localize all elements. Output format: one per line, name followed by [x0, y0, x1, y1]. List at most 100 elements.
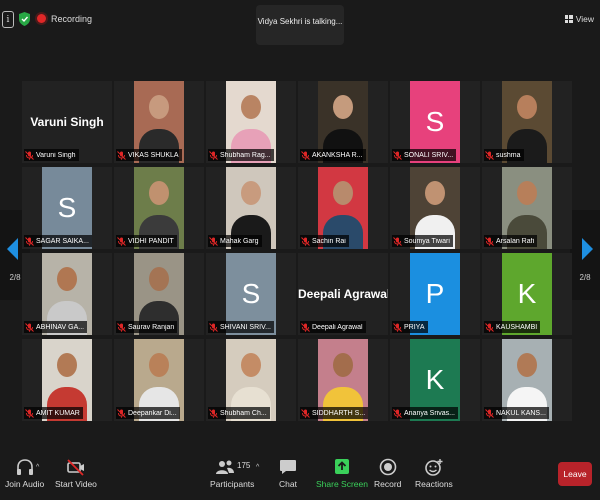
participant-tile[interactable]: Varuni Singh Varuni Singh: [22, 81, 112, 163]
shield-icon[interactable]: [19, 12, 30, 26]
start-video-button[interactable]: Start Video: [55, 458, 97, 489]
participant-name-label: SHIVANI SRIV...: [220, 323, 271, 331]
participant-nameplate: Saurav Ranjan: [116, 321, 178, 333]
grid-view-icon: [564, 15, 573, 23]
participant-nameplate: Deepankar Di...: [116, 407, 180, 419]
participant-name-label: PRIYA: [404, 323, 425, 331]
participant-name-label: Saurav Ranjan: [128, 323, 175, 331]
participant-name-label: AMIT KUMAR: [36, 409, 80, 417]
participant-nameplate: VIDHI PANDIT: [116, 235, 177, 247]
mic-muted-icon: [393, 150, 402, 160]
participant-tile[interactable]: S SHIVANI SRIV...: [206, 253, 296, 335]
participant-name-label: AKANKSHA R...: [312, 151, 363, 159]
reactions-button[interactable]: Reactions: [415, 458, 453, 489]
mic-muted-icon: [485, 408, 494, 418]
next-page-button[interactable]: 2/8: [570, 210, 600, 300]
participant-nameplate: SONALI SRIV...: [392, 149, 457, 161]
participant-tile[interactable]: Arsalan Rafi: [482, 167, 572, 249]
mic-muted-icon: [25, 322, 34, 332]
meeting-info-icon[interactable]: i: [2, 11, 14, 28]
participant-display-name: Deepali Agrawal: [298, 287, 388, 301]
participant-tile[interactable]: S SAGAR SAIKA...: [22, 167, 112, 249]
reactions-label: Reactions: [415, 479, 453, 489]
share-screen-button[interactable]: Share Screen: [316, 458, 368, 489]
mic-muted-icon: [25, 150, 34, 160]
participant-name-label: Mahak Garg: [220, 237, 259, 245]
mic-muted-icon: [301, 150, 310, 160]
participant-tile[interactable]: Mahak Garg: [206, 167, 296, 249]
leave-button[interactable]: Leave: [558, 462, 592, 486]
mic-muted-icon: [393, 408, 402, 418]
participant-nameplate: SAGAR SAIKA...: [24, 235, 92, 247]
participant-name-label: Shubham Ch...: [220, 409, 267, 417]
chat-label: Chat: [279, 479, 297, 489]
top-bar: i Recording Vidya Sekhri is talking... V…: [0, 0, 600, 45]
video-off-icon: [67, 459, 84, 476]
mic-muted-icon: [393, 236, 402, 246]
mic-muted-icon: [485, 150, 494, 160]
participant-name-label: KAUSHAMBI: [496, 323, 538, 331]
participant-tile[interactable]: AKANKSHA R...: [298, 81, 388, 163]
record-icon: [379, 458, 397, 476]
participant-name-label: Arsalan Rafi: [496, 237, 535, 245]
participant-nameplate: PRIYA: [392, 321, 428, 333]
participant-tile[interactable]: AMIT KUMAR: [22, 339, 112, 421]
participant-tile[interactable]: Deepali Agrawal Deepali Agrawal: [298, 253, 388, 335]
participant-tile[interactable]: SIDDHARTH S...: [298, 339, 388, 421]
participant-nameplate: Deepali Agrawal: [300, 321, 366, 333]
participant-tile[interactable]: ABHINAV GA...: [22, 253, 112, 335]
participant-nameplate: NAKUL KANS...: [484, 407, 549, 419]
reactions-icon: [425, 459, 443, 476]
participant-name-label: Ananya Srivas...: [404, 409, 455, 417]
mic-muted-icon: [301, 322, 310, 332]
participant-gallery: Varuni Singh Varuni Singh VIKAS SHUKLA Shub…: [22, 81, 572, 421]
participants-options-chevron-icon[interactable]: ^: [256, 464, 259, 471]
view-button[interactable]: View: [564, 14, 594, 24]
zoom-meeting-window: i Recording Vidya Sekhri is talking... V…: [0, 0, 600, 500]
share-screen-icon: [334, 459, 349, 474]
recording-icon: [37, 14, 46, 23]
participant-name-label: sushma: [496, 151, 521, 159]
join-audio-button[interactable]: Join Audio: [5, 458, 44, 489]
participant-tile[interactable]: Soumya Tiwari: [390, 167, 480, 249]
participant-tile[interactable]: VIDHI PANDIT: [114, 167, 204, 249]
participant-nameplate: AMIT KUMAR: [24, 407, 83, 419]
audio-options-chevron-icon[interactable]: ^: [36, 464, 39, 471]
start-video-label: Start Video: [55, 479, 97, 489]
participant-name-label: Sachin Rai: [312, 237, 346, 245]
view-label: View: [575, 14, 594, 24]
participant-name-label: Shubham Rag...: [220, 151, 271, 159]
participant-tile[interactable]: Saurav Ranjan: [114, 253, 204, 335]
record-button[interactable]: Record: [374, 458, 401, 489]
page-indicator-right: 2/8: [579, 273, 591, 282]
participant-name-label: SIDDHARTH S...: [312, 409, 366, 417]
participant-nameplate: VIKAS SHUKLA: [116, 149, 182, 161]
participant-tile[interactable]: Deepankar Di...: [114, 339, 204, 421]
participant-tile[interactable]: S SONALI SRIV...: [390, 81, 480, 163]
participant-tile[interactable]: K KAUSHAMBI: [482, 253, 572, 335]
participant-name-label: Soumya Tiwari: [404, 237, 450, 245]
chat-button[interactable]: Chat: [278, 458, 298, 489]
participant-nameplate: Shubham Rag...: [208, 149, 274, 161]
participant-tile[interactable]: P PRIYA: [390, 253, 480, 335]
mic-muted-icon: [485, 236, 494, 246]
participant-nameplate: Sachin Rai: [300, 235, 349, 247]
participant-tile[interactable]: K Ananya Srivas...: [390, 339, 480, 421]
mic-muted-icon: [25, 236, 34, 246]
participant-nameplate: AKANKSHA R...: [300, 149, 366, 161]
mic-muted-icon: [485, 322, 494, 332]
participant-nameplate: SHIVANI SRIV...: [208, 321, 274, 333]
participant-name-label: NAKUL KANS...: [496, 409, 546, 417]
participant-tile[interactable]: sushma: [482, 81, 572, 163]
participant-nameplate: Varuni Singh: [24, 149, 79, 161]
participant-tile[interactable]: Shubham Ch...: [206, 339, 296, 421]
participant-nameplate: ABHINAV GA...: [24, 321, 88, 333]
participant-name-label: Deepankar Di...: [128, 409, 177, 417]
participant-name-label: SONALI SRIV...: [404, 151, 454, 159]
participant-tile[interactable]: Sachin Rai: [298, 167, 388, 249]
join-audio-label: Join Audio: [5, 479, 45, 489]
meeting-toolbar: Join Audio ^ Start Video Participants 17…: [0, 450, 600, 500]
participant-tile[interactable]: Shubham Rag...: [206, 81, 296, 163]
participant-tile[interactable]: VIKAS SHUKLA: [114, 81, 204, 163]
participant-tile[interactable]: NAKUL KANS...: [482, 339, 572, 421]
